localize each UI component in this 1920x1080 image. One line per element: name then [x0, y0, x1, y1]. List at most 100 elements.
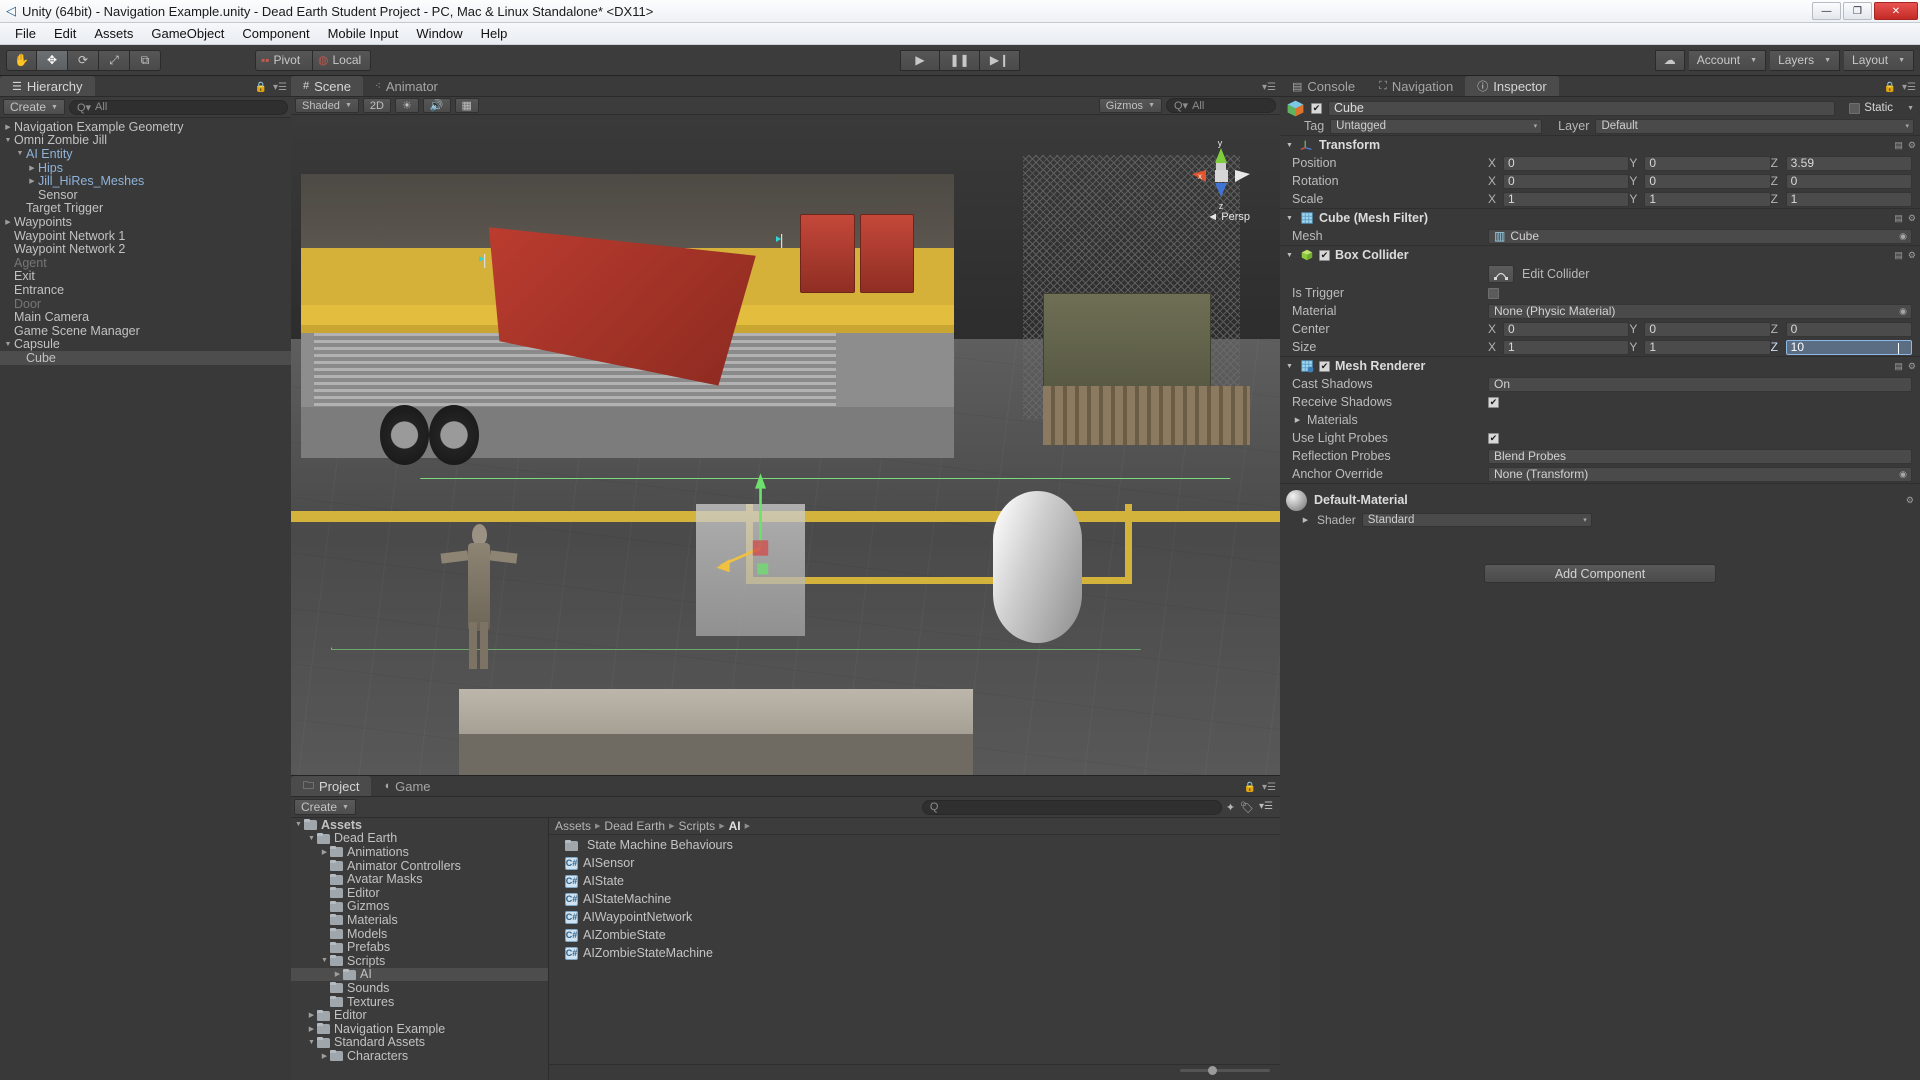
- scale-y-field[interactable]: 1: [1644, 191, 1771, 207]
- layers-button[interactable]: Layers ▼: [1770, 49, 1841, 71]
- maximize-button[interactable]: ❐: [1843, 2, 1872, 20]
- asset-item[interactable]: C# AIWaypointNetwork: [549, 908, 1280, 926]
- position-y-field[interactable]: 0: [1644, 155, 1771, 171]
- box-collider-header[interactable]: ▼ ✔ Box Collider ▤ ⚙: [1280, 246, 1920, 264]
- rotate-tool-icon[interactable]: ⟳: [68, 49, 99, 71]
- reflection-probes-dropdown[interactable]: Blend Probes: [1488, 448, 1912, 464]
- project-tab-options[interactable]: 🔒 ▾☰: [1244, 782, 1276, 793]
- project-folder-item[interactable]: Gizmos: [291, 899, 548, 913]
- account-button[interactable]: Account ▼: [1688, 49, 1767, 71]
- local-toggle[interactable]: ◍ Local: [313, 49, 371, 71]
- asset-item[interactable]: C# AISensor: [549, 854, 1280, 872]
- panel-menu-icon[interactable]: ▾☰: [1902, 82, 1916, 93]
- materials-row[interactable]: ▶ Materials: [1280, 411, 1920, 429]
- physic-material-field[interactable]: None (Physic Material): [1488, 303, 1912, 319]
- rotation-x-field[interactable]: 0: [1503, 173, 1630, 189]
- project-folder-item[interactable]: ▼ Dead Earth: [291, 831, 548, 845]
- lighting-icon[interactable]: ☀: [394, 98, 419, 113]
- rect-tool-icon[interactable]: ⧉: [130, 49, 161, 71]
- hierarchy-item[interactable]: Game Scene Manager: [0, 324, 291, 338]
- audio-icon[interactable]: 🔊: [422, 98, 451, 113]
- step-button[interactable]: ▶❙: [980, 49, 1020, 71]
- asset-item[interactable]: C# AIZombieState: [549, 926, 1280, 944]
- breadcrumb-item[interactable]: Assets: [555, 819, 591, 833]
- move-gizmo[interactable]: [716, 471, 805, 603]
- project-folder-item[interactable]: ▶ Animations: [291, 845, 548, 859]
- hierarchy-item[interactable]: Cube: [0, 351, 291, 365]
- project-search-input[interactable]: Q: [921, 799, 1222, 815]
- tab-navigation[interactable]: ⛶ Navigation: [1367, 76, 1466, 96]
- chevron-down-icon[interactable]: ▼: [1284, 215, 1295, 222]
- project-folder-item[interactable]: Sounds: [291, 981, 548, 995]
- project-folder-item[interactable]: Textures: [291, 995, 548, 1009]
- object-name-field[interactable]: Cube: [1328, 100, 1836, 116]
- chevron-down-icon[interactable]: ▼: [1284, 363, 1295, 370]
- box-collider-enabled-checkbox[interactable]: ✔: [1319, 249, 1330, 261]
- breadcrumb-item[interactable]: AI: [729, 819, 741, 833]
- project-folder-item[interactable]: ▶ Characters: [291, 1049, 548, 1063]
- hierarchy-item[interactable]: Target Trigger: [0, 201, 291, 215]
- layout-button[interactable]: Layout ▼: [1844, 49, 1914, 71]
- hierarchy-item[interactable]: Main Camera: [0, 310, 291, 324]
- scene-search-input[interactable]: Q▾ All: [1166, 98, 1276, 113]
- asset-item[interactable]: C# AIStateMachine: [549, 890, 1280, 908]
- chevron-right-icon[interactable]: ▶: [1300, 516, 1311, 524]
- hierarchy-item[interactable]: ▶ Navigation Example Geometry: [0, 120, 291, 134]
- scene-tab-options[interactable]: ▾☰: [1262, 82, 1276, 93]
- tab-scene[interactable]: # Scene: [291, 76, 363, 96]
- mesh-renderer-header[interactable]: ▼ ✔ Mesh Renderer ▤ ⚙: [1280, 357, 1920, 375]
- help-icon[interactable]: ▤: [1894, 140, 1903, 151]
- project-folder-item[interactable]: Animator Controllers: [291, 859, 548, 873]
- filter-tag-icon[interactable]: 🏷: [1240, 801, 1254, 814]
- 2d-toggle[interactable]: 2D: [362, 98, 391, 113]
- gear-icon[interactable]: ⚙: [1908, 213, 1916, 224]
- project-folder-item[interactable]: Materials: [291, 913, 548, 927]
- project-folder-item[interactable]: ▶ Editor: [291, 1008, 548, 1022]
- size-y-field[interactable]: 1: [1644, 339, 1771, 355]
- asset-item[interactable]: State Machine Behaviours: [549, 836, 1280, 854]
- project-folder-item[interactable]: Models: [291, 927, 548, 941]
- object-active-checkbox[interactable]: ✔: [1311, 102, 1322, 114]
- chevron-right-icon[interactable]: ▶: [1292, 416, 1303, 424]
- mesh-filter-header-icons[interactable]: ▤ ⚙: [1894, 213, 1916, 224]
- tab-project[interactable]: 🗀 Project: [291, 776, 372, 796]
- hierarchy-item[interactable]: Entrance: [0, 283, 291, 297]
- center-z-field[interactable]: 0: [1785, 321, 1912, 337]
- hierarchy-tree[interactable]: ▶ Navigation Example Geometry ▼ Omni Zombie…: [0, 118, 291, 1080]
- center-y-field[interactable]: 0: [1644, 321, 1771, 337]
- panel-menu-icon[interactable]: ▾☰: [273, 82, 287, 93]
- menu-assets[interactable]: Assets: [85, 24, 142, 43]
- position-z-field[interactable]: 3.59: [1785, 155, 1912, 171]
- tab-animator[interactable]: ⁖ Animator: [363, 76, 450, 96]
- static-checkbox[interactable]: [1849, 102, 1861, 114]
- hierarchy-create-button[interactable]: Create ▼: [3, 99, 65, 115]
- gear-icon[interactable]: ⚙: [1908, 361, 1916, 372]
- scene-zombie-character[interactable]: [439, 511, 518, 670]
- hierarchy-item[interactable]: Agent: [0, 256, 291, 270]
- gear-icon[interactable]: ⚙: [1908, 140, 1916, 151]
- project-folder-item[interactable]: Avatar Masks: [291, 872, 548, 886]
- scene-capsule[interactable]: [993, 491, 1083, 643]
- help-icon[interactable]: ▤: [1894, 361, 1903, 372]
- project-create-button[interactable]: Create ▼: [294, 799, 356, 815]
- chevron-down-icon[interactable]: ▼: [1284, 252, 1295, 259]
- tab-console[interactable]: ▤ Console: [1280, 76, 1368, 96]
- asset-item[interactable]: C# AIState: [549, 872, 1280, 890]
- breadcrumb-item[interactable]: Scripts: [679, 819, 716, 833]
- menu-file[interactable]: File: [6, 24, 45, 43]
- menu-mobile-input[interactable]: Mobile Input: [319, 24, 408, 43]
- material-header[interactable]: Default-Material ⚙: [1286, 489, 1914, 511]
- edit-collider-button[interactable]: [1488, 265, 1514, 283]
- scene-view-mode-label[interactable]: ◄ Persp: [1207, 211, 1250, 223]
- breadcrumb[interactable]: Assets ▶ Dead Earth ▶ Scripts ▶ AI ▶: [549, 818, 1280, 835]
- size-x-field[interactable]: 1: [1503, 339, 1630, 355]
- hierarchy-item[interactable]: Waypoint Network 2: [0, 242, 291, 256]
- scale-x-field[interactable]: 1: [1503, 191, 1630, 207]
- project-folder-item[interactable]: ▶ Navigation Example: [291, 1022, 548, 1036]
- rotation-z-field[interactable]: 0: [1785, 173, 1912, 189]
- tab-game[interactable]: ◖ Game: [371, 776, 443, 796]
- scene-viewport[interactable]: y x z ◄ Persp: [291, 115, 1280, 775]
- mesh-filter-header[interactable]: ▼ Cube (Mesh Filter) ▤ ⚙: [1280, 209, 1920, 227]
- project-folder-item[interactable]: ▼ Scripts: [291, 954, 548, 968]
- pivot-toggle[interactable]: ▪▪ Pivot: [255, 49, 313, 71]
